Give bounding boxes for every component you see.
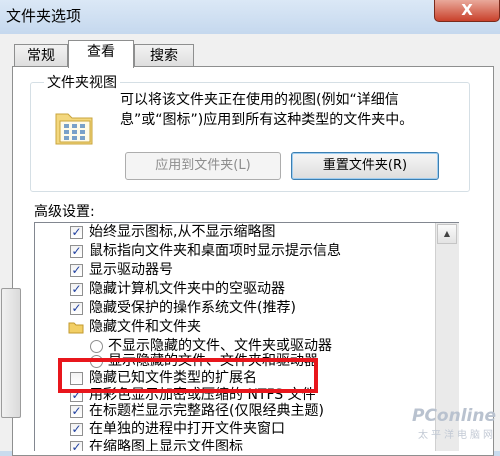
folder-views-title: 文件夹视图 [44,72,120,92]
checkbox-checked[interactable]: ✓ [70,441,83,451]
checkbox-checked[interactable]: ✓ [70,245,83,258]
watermark-subtitle: 太平洋电脑网 [418,430,496,441]
checkbox-checked[interactable]: ✓ [70,226,83,239]
scrollbar-thumb[interactable] [1,288,21,418]
checkbox-checked[interactable]: ✓ [70,264,83,277]
advanced-settings-label: 高级设置: [34,204,95,220]
close-button[interactable]: X [434,0,500,22]
checkbox-checked[interactable]: ✓ [70,302,83,315]
list-item-label: 隐藏计算机文件夹中的空驱动器 [89,281,285,297]
checkbox-checked[interactable]: ✓ [70,283,83,296]
watermark-logo: PConline [411,406,496,426]
watermark: PConline 太平洋电脑网 [396,406,496,441]
highlight-annotation [58,358,318,393]
tab-search[interactable]: 搜索 [134,44,194,68]
list-item-label: 在标题栏显示完整路径(仅限经典主题) [89,403,324,419]
list-item-label: 始终显示图标,从不显示缩略图 [89,224,276,240]
checkbox-checked[interactable]: ✓ [70,405,83,418]
list-item-label: 鼠标指向文件夹和桌面项时显示提示信息 [89,243,341,259]
radio-unselected[interactable] [90,340,103,353]
title-bar: 文件夹选项 X [0,0,500,34]
list-item-label: 在缩略图上显示文件图标 [89,439,243,451]
reset-folders-button[interactable]: 重置文件夹(R) [291,152,439,180]
list-item-label: 隐藏受保护的操作系统文件(推荐) [89,300,296,316]
scroll-up-button[interactable]: ▲ [437,224,457,244]
tab-view[interactable]: 查看 [68,40,134,68]
folder-icon [68,322,84,334]
folder-views-description: 可以将该文件夹正在使用的视图(例如“详细信息”或“图标”)应用到所有这种类型的文… [120,92,414,128]
list-item-label: 在单独的进程中打开文件夹窗口 [89,421,285,437]
list-group-label: 隐藏文件和文件夹 [89,319,201,335]
list-item-label: 显示驱动器号 [89,262,173,278]
folder-views-icon [55,113,93,145]
apply-to-folders-button[interactable]: 应用到文件夹(L) [125,152,281,180]
tab-general[interactable]: 常规 [14,44,68,68]
checkbox-checked[interactable]: ✓ [70,423,83,436]
window-title: 文件夹选项 [6,7,82,25]
